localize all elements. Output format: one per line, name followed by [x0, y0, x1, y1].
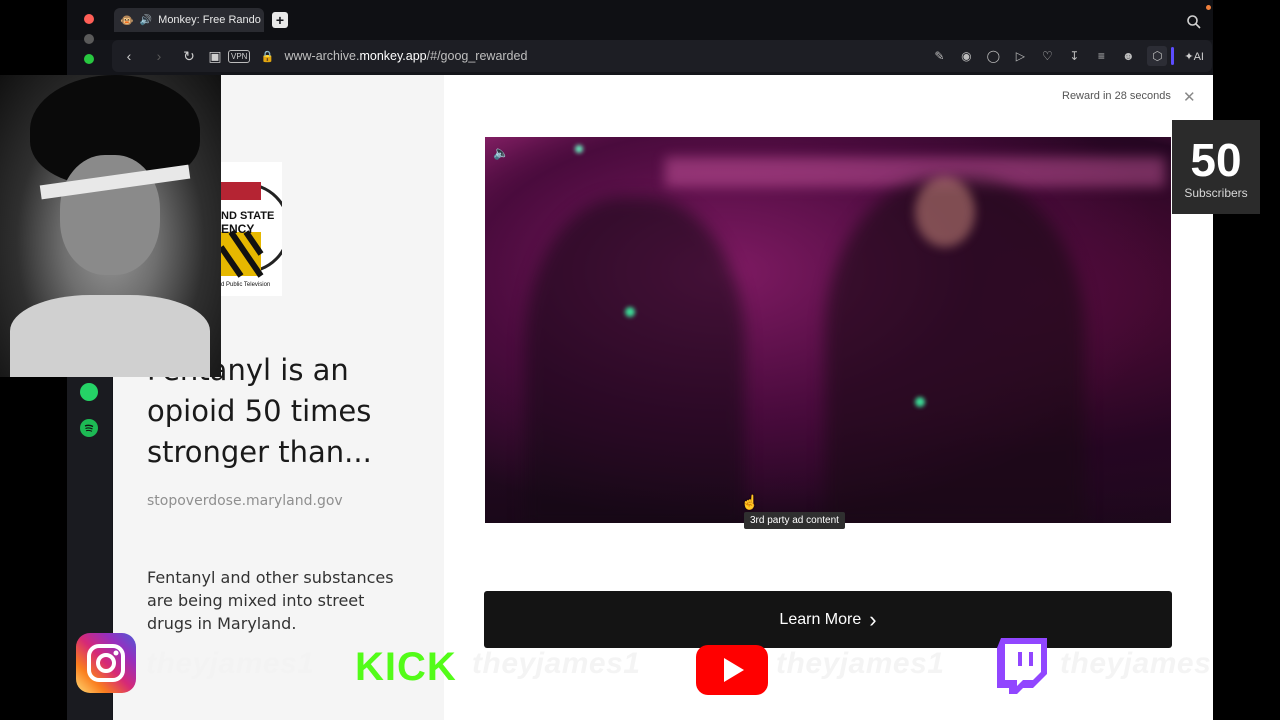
vpn-badge[interactable]: VPN — [228, 49, 251, 63]
lock-icon[interactable]: 🔒 — [256, 45, 278, 67]
ad-video[interactable]: 🔈 — [485, 137, 1171, 523]
subscribers-count: 50 — [1190, 134, 1242, 186]
reward-countdown: Reward in 28 seconds — [1062, 90, 1171, 102]
logo-text-3: d Public Television — [221, 282, 271, 288]
webcam-avatar — [0, 75, 221, 377]
reload-icon[interactable]: ↻ — [178, 45, 200, 67]
learn-more-label: Learn More — [779, 610, 862, 628]
learn-more-button[interactable]: Learn More › — [484, 591, 1172, 648]
youtube-handle: theyjames1 — [776, 647, 945, 680]
aria-ai-button[interactable]: ✦AI — [1184, 50, 1204, 63]
kick-handle: theyjames1 — [472, 647, 641, 680]
ad-body-text: Fentanyl and other substances are being … — [147, 568, 394, 633]
instagram-icon — [76, 633, 136, 693]
ad-content-tooltip: 3rd party ad content — [744, 512, 845, 529]
forward-icon[interactable]: › — [148, 45, 170, 67]
address-bar[interactable]: ‹ › ↻ ▣ VPN 🔒 www-archive.monkey.app/#/g… — [112, 40, 1212, 72]
minimize-window-button[interactable] — [84, 34, 94, 44]
monkey-favicon-icon: 🐵 — [120, 14, 134, 27]
url-domain: monkey.app — [359, 49, 427, 63]
profile-icon[interactable]: ☻ — [1118, 46, 1138, 66]
subscribers-label: Subscribers — [1184, 186, 1248, 200]
ad-domain[interactable]: stopoverdose.maryland.gov — [147, 493, 343, 509]
camera-icon[interactable]: ◉ — [956, 46, 976, 66]
new-tab-button[interactable]: + — [272, 12, 288, 28]
chevron-right-icon: › — [869, 606, 877, 632]
subscribers-counter: 50 Subscribers — [1172, 120, 1260, 214]
notification-dot — [1206, 5, 1211, 10]
volume-icon[interactable]: 🔈 — [493, 145, 509, 161]
twitch-icon — [993, 636, 1053, 696]
back-icon[interactable]: ‹ — [118, 45, 140, 67]
mouse-cursor-icon: ☝ — [741, 494, 759, 510]
whatsapp-icon[interactable] — [80, 383, 98, 401]
url-text[interactable]: www-archive.monkey.app/#/goog_rewarded — [284, 49, 527, 63]
spotify-icon[interactable] — [80, 419, 98, 437]
tab-title: Monkey: Free Rando — [158, 14, 261, 26]
instagram-handle: theyjames1 — [146, 647, 315, 680]
youtube-icon — [696, 645, 768, 695]
url-prefix: www-archive. — [284, 49, 360, 63]
heart-icon[interactable]: ♡ — [1037, 46, 1057, 66]
advertiser-logo: ND STATE ENCY d Public Television — [221, 162, 282, 296]
close-icon[interactable]: ✕ — [1183, 88, 1196, 106]
zoom-window-button[interactable] — [84, 54, 94, 64]
logo-text-2: ENCY — [221, 222, 255, 236]
url-path: /#/goog_rewarded — [426, 49, 528, 63]
tab-capture-icon[interactable]: ▣ — [204, 45, 226, 67]
extension-cube-icon[interactable]: ⬡ — [1147, 46, 1168, 66]
edit-icon[interactable]: ✎ — [929, 46, 949, 66]
ai-label: AI — [1193, 50, 1204, 63]
search-icon[interactable] — [1186, 14, 1202, 30]
active-indicator — [1171, 47, 1175, 65]
logo-text-1: ND STATE — [221, 210, 275, 222]
speaker-icon[interactable]: 🔊 — [140, 15, 152, 26]
twitch-handle: theyjames1 — [1060, 647, 1210, 680]
download-icon[interactable]: ↧ — [1064, 46, 1084, 66]
play-icon[interactable]: ▷ — [1010, 46, 1030, 66]
close-window-button[interactable] — [84, 14, 94, 24]
tab-monkey[interactable]: 🐵 🔊 Monkey: Free Rando — [114, 8, 264, 32]
settings-sliders-icon[interactable]: ≡ — [1091, 46, 1111, 66]
adblock-shield-icon[interactable]: ◯ — [983, 46, 1003, 66]
kick-logo: KICK — [355, 645, 457, 689]
